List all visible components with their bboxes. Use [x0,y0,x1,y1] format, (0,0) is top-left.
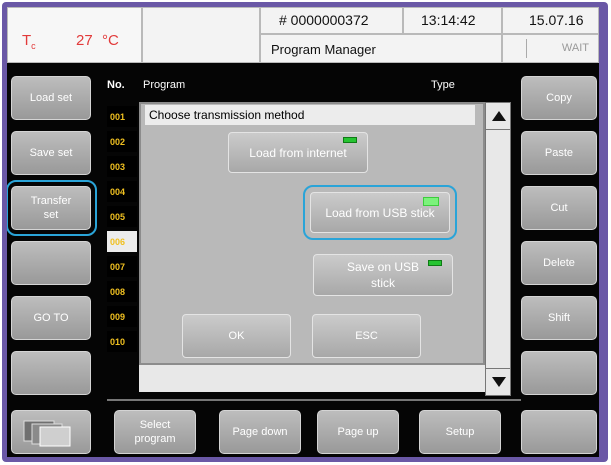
program-number-cell[interactable]: 005 [107,206,137,227]
select-program-label-line2: program [134,433,176,445]
folders-icon [23,420,71,447]
save-on-usb-label-line1: Save on USB [346,260,420,274]
list-divider [107,399,521,401]
clock: 13:14:42 [403,7,502,34]
column-header-program: Program [143,79,186,91]
temperature-label: Tc [22,32,36,51]
program-number-cell-selected[interactable]: 006 [107,231,137,252]
program-number-cell[interactable]: 010 [107,331,137,352]
right-empty-button[interactable] [521,351,597,395]
save-on-usb-button[interactable]: Save on USB stick [313,254,453,296]
arrow-down-icon [492,377,506,387]
cut-button[interactable]: Cut [521,186,597,230]
program-number-cell[interactable]: 008 [107,281,137,302]
delete-button[interactable]: Delete [521,241,597,285]
save-on-usb-label-line2: stick [371,276,395,290]
program-number-cell[interactable]: 009 [107,306,137,327]
scroll-down-button[interactable] [485,368,511,396]
select-program-label-line1: Select [139,419,171,431]
column-header-type: Type [431,79,455,91]
select-program-button[interactable]: Select program [114,410,196,454]
program-folders-button[interactable] [11,410,91,454]
status-led-icon [428,260,442,266]
esc-button[interactable]: ESC [312,314,421,358]
setup-button[interactable]: Setup [419,410,501,454]
load-set-button[interactable]: Load set [11,76,91,120]
shift-button[interactable]: Shift [521,296,597,340]
bottom-toolbar [7,406,599,457]
date: 15.07.16 [502,7,599,34]
column-header-number: No. [107,79,125,91]
page-title: Program Manager [260,34,502,63]
status-text: WAIT [526,39,592,58]
header-blank-field [142,7,260,63]
ok-button[interactable]: OK [182,314,291,358]
copy-button[interactable]: Copy [521,76,597,120]
program-number-cell[interactable]: 003 [107,156,137,177]
temperature-unit: °C [102,32,119,49]
touch-screen: Tc 27 °C # 0000000372 13:14:42 15.07.16 … [7,7,599,457]
dialog-title: Choose transmission method [145,105,475,125]
load-from-internet-button[interactable]: Load from internet [228,132,368,173]
arrow-up-icon [492,111,506,121]
program-number-cell[interactable]: 004 [107,181,137,202]
status-led-icon [343,137,357,143]
status-box: WAIT [502,34,599,63]
left-empty-button-1[interactable] [11,241,91,285]
program-number-cell[interactable]: 001 [107,106,137,127]
highlight-load-from-usb [303,185,457,240]
paste-button[interactable]: Paste [521,131,597,175]
page-down-button[interactable]: Page down [219,410,301,454]
highlight-transfer-set [7,180,97,236]
bottom-right-empty-button[interactable] [521,410,597,454]
temperature-subscript: c [31,41,36,51]
temperature-value: 27 [76,32,93,49]
page-up-button[interactable]: Page up [317,410,399,454]
scroll-up-button[interactable] [485,102,511,130]
goto-button[interactable]: GO TO [11,296,91,340]
scrollbar-track[interactable] [485,130,511,368]
temperature-display: Tc 27 °C [7,7,142,63]
program-number-cell[interactable]: 007 [107,256,137,277]
left-empty-button-2[interactable] [11,351,91,395]
program-number: # 0000000372 [260,7,403,34]
load-from-internet-label: Load from internet [249,145,347,160]
program-number-cell[interactable]: 002 [107,131,137,152]
save-set-button[interactable]: Save set [11,131,91,175]
